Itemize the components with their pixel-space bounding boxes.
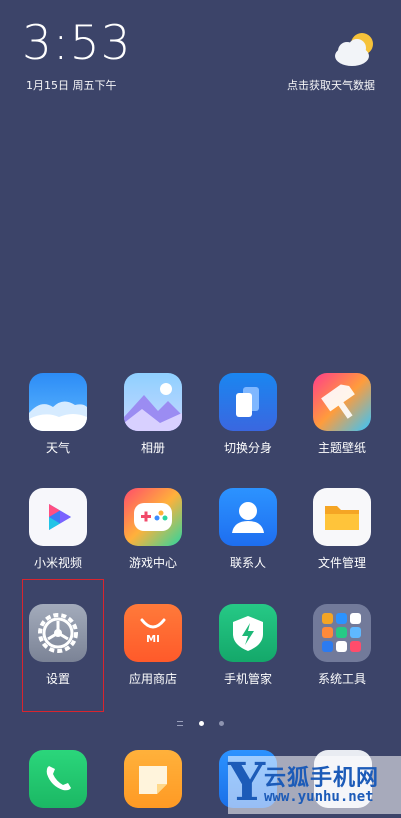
app-security[interactable]: 手机管家 (208, 604, 288, 687)
contacts-icon (219, 488, 277, 546)
watermark-name: 云狐手机网 (264, 766, 380, 791)
app-contacts[interactable]: 联系人 (208, 488, 288, 571)
app-weather[interactable]: 天气 (18, 373, 98, 456)
settings-highlight-box (22, 579, 104, 712)
weather-prompt[interactable]: 点击获取天气数据 (287, 77, 375, 93)
app-label: 切换分身 (223, 441, 272, 455)
clock-date[interactable]: 1月15日 周五下午 (26, 77, 117, 93)
app-label: 主题壁纸 (317, 441, 366, 455)
system-tools-folder-icon (313, 604, 371, 662)
app-label: 游戏中心 (128, 556, 177, 570)
app-label: 小米视频 (33, 556, 82, 570)
watermark-logo-letter: Y (228, 752, 266, 813)
svg-text:MI: MI (146, 634, 160, 645)
weather-icon (29, 373, 87, 431)
watermark: Y 云狐手机网 www.yunhu.net (228, 752, 401, 814)
watermark-url: www.yunhu.net (264, 789, 374, 805)
app-system-tools-folder[interactable]: 系统工具 (302, 604, 382, 687)
weather-cloud-icon[interactable] (330, 30, 378, 68)
gallery-icon (124, 373, 182, 431)
minus-one-screen-indicator[interactable] (177, 721, 184, 726)
app-label: 系统工具 (317, 672, 366, 686)
security-icon (219, 604, 277, 662)
app-label: 手机管家 (223, 672, 272, 686)
game-center-icon (124, 488, 182, 546)
phone-icon[interactable] (29, 750, 87, 808)
app-video[interactable]: 小米视频 (18, 488, 98, 571)
notes-icon[interactable] (124, 750, 182, 808)
app-game-center[interactable]: 游戏中心 (113, 488, 193, 571)
page-indicator[interactable] (0, 713, 401, 732)
app-label: 文件管理 (317, 556, 366, 570)
file-manager-icon (313, 488, 371, 546)
second-space-icon (219, 373, 277, 431)
clock-time[interactable]: 3:53 (22, 20, 132, 67)
page-dot-active[interactable] (198, 721, 204, 726)
video-icon (29, 488, 87, 546)
app-label: 联系人 (229, 556, 266, 570)
app-themes[interactable]: 主题壁纸 (302, 373, 382, 456)
app-label: 天气 (45, 441, 70, 455)
themes-icon (313, 373, 371, 431)
app-gallery[interactable]: 相册 (113, 373, 193, 456)
app-app-store[interactable]: MI 应用商店 (113, 604, 193, 687)
app-label: 应用商店 (128, 672, 177, 686)
app-second-space[interactable]: 切换分身 (208, 373, 288, 456)
page-dot[interactable] (218, 721, 224, 726)
app-file-manager[interactable]: 文件管理 (302, 488, 382, 571)
app-store-icon: MI (124, 604, 182, 662)
app-label: 相册 (140, 441, 165, 455)
